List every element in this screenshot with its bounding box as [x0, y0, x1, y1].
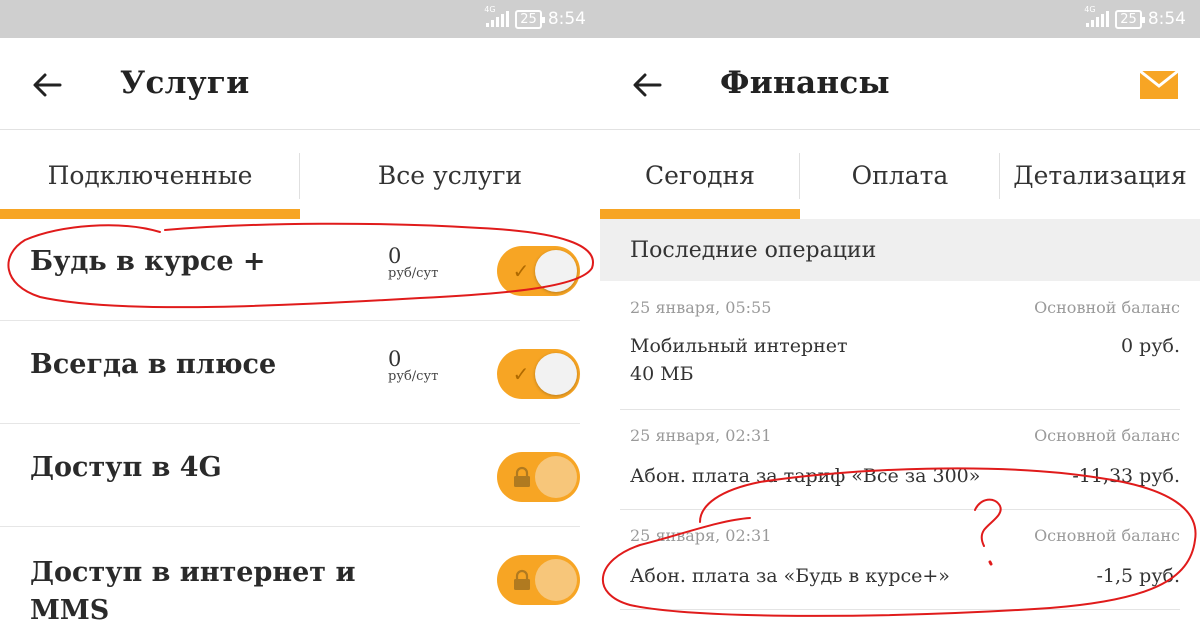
network-type: 4G: [1084, 5, 1096, 14]
service-price: 0 руб/сут: [388, 348, 438, 384]
signal-icon: 4G: [484, 5, 510, 27]
tab-details[interactable]: Детализация: [1000, 131, 1200, 219]
tab-label: Сегодня: [645, 160, 755, 190]
service-name: Доступ в интернет и MMS: [30, 557, 356, 626]
service-row[interactable]: Будь в курсе + 0 руб/сут ✓: [0, 219, 580, 321]
lock-icon: [514, 569, 530, 590]
finance-screen: 4G 25 8:54 Финансы Сегодня Оплата Детали…: [600, 0, 1200, 628]
status-bar: 4G 25 8:54: [0, 0, 600, 38]
tab-label: Детализация: [1013, 160, 1187, 190]
operation-date: 25 января, 02:31: [630, 426, 772, 445]
service-row[interactable]: Доступ в интернет и MMS: [0, 528, 580, 628]
arrow-left-icon[interactable]: [30, 68, 64, 102]
lock-icon: [514, 466, 530, 487]
clock: 8:54: [547, 9, 586, 29]
operation-date: 25 января, 05:55: [630, 298, 772, 317]
operation-date: 25 января, 02:31: [630, 526, 772, 545]
signal-icon: 4G: [1084, 5, 1110, 27]
operation-amount: -1,5 руб.: [1096, 565, 1181, 587]
toggle-knob: [535, 353, 577, 395]
service-name: Будь в курсе +: [30, 246, 266, 277]
toggle-knob: [535, 250, 577, 292]
battery-icon: 25: [515, 9, 545, 29]
active-tab-indicator: [0, 209, 300, 219]
operation-item[interactable]: 25 января, 02:31 Основной баланс Абон. п…: [620, 510, 1180, 610]
service-toggle[interactable]: ✓: [497, 246, 580, 296]
toggle-knob: [535, 456, 577, 498]
tab-payment[interactable]: Оплата: [800, 131, 1000, 219]
tab-connected[interactable]: Подключенные: [0, 131, 300, 219]
services-tabs: Подключенные Все услуги: [0, 131, 600, 219]
services-screen: 4G 25 8:54 Услуги Подключенные Все услуг…: [0, 0, 600, 628]
service-row[interactable]: Доступ в 4G: [0, 425, 580, 527]
service-toggle[interactable]: [497, 555, 580, 605]
tab-label: Подключенные: [47, 160, 253, 190]
price-value: 0: [388, 347, 402, 371]
operation-amount: -11,33 руб.: [1072, 465, 1180, 487]
operation-balance: Основной баланс: [1034, 298, 1180, 317]
clock: 8:54: [1147, 9, 1186, 29]
service-name: Всегда в плюсе: [30, 349, 277, 380]
page-title: Финансы: [720, 65, 890, 101]
page-title: Услуги: [120, 65, 250, 101]
operation-balance: Основной баланс: [1034, 426, 1180, 445]
service-name: Доступ в 4G: [30, 452, 222, 483]
app-bar: Услуги: [0, 38, 600, 130]
price-unit: руб/сут: [388, 369, 439, 384]
service-toggle[interactable]: ✓: [497, 349, 580, 399]
operation-balance: Основной баланс: [1034, 526, 1180, 545]
operation-description: Абон. плата за тариф «Все за 300»: [630, 465, 981, 487]
status-bar: 4G 25 8:54: [600, 0, 1200, 38]
operation-description: Абон. плата за «Будь в курсе+»: [630, 565, 950, 587]
check-icon: ✓: [512, 362, 530, 386]
section-header: Последние операции: [600, 219, 1200, 281]
battery-icon: 25: [1115, 9, 1145, 29]
status-indicators: 4G 25 8:54: [1084, 5, 1186, 30]
operation-amount: 0 руб.: [1121, 335, 1180, 357]
tab-all-services[interactable]: Все услуги: [300, 131, 600, 219]
price-value: 0: [388, 244, 402, 268]
status-indicators: 4G 25 8:54: [484, 5, 586, 30]
service-row[interactable]: Всегда в плюсе 0 руб/сут ✓: [0, 322, 580, 424]
price-unit: руб/сут: [388, 266, 439, 281]
app-bar: Финансы: [600, 38, 1200, 130]
tab-label: Все услуги: [377, 160, 523, 190]
service-toggle[interactable]: [497, 452, 580, 502]
envelope-icon[interactable]: [1140, 71, 1178, 99]
operation-item[interactable]: 25 января, 05:55 Основной баланс Мобильн…: [620, 282, 1180, 410]
operation-description: Мобильный интернет 40 МБ: [630, 335, 848, 385]
active-tab-indicator: [600, 209, 800, 219]
finance-tabs: Сегодня Оплата Детализация: [600, 131, 1200, 219]
arrow-left-icon[interactable]: [630, 68, 664, 102]
operation-item[interactable]: 25 января, 02:31 Основной баланс Абон. п…: [620, 410, 1180, 510]
service-price: 0 руб/сут: [388, 245, 438, 281]
tab-today[interactable]: Сегодня: [600, 131, 800, 219]
check-icon: ✓: [512, 259, 530, 283]
tab-label: Оплата: [851, 160, 949, 190]
toggle-knob: [535, 559, 577, 601]
network-type: 4G: [484, 5, 496, 14]
